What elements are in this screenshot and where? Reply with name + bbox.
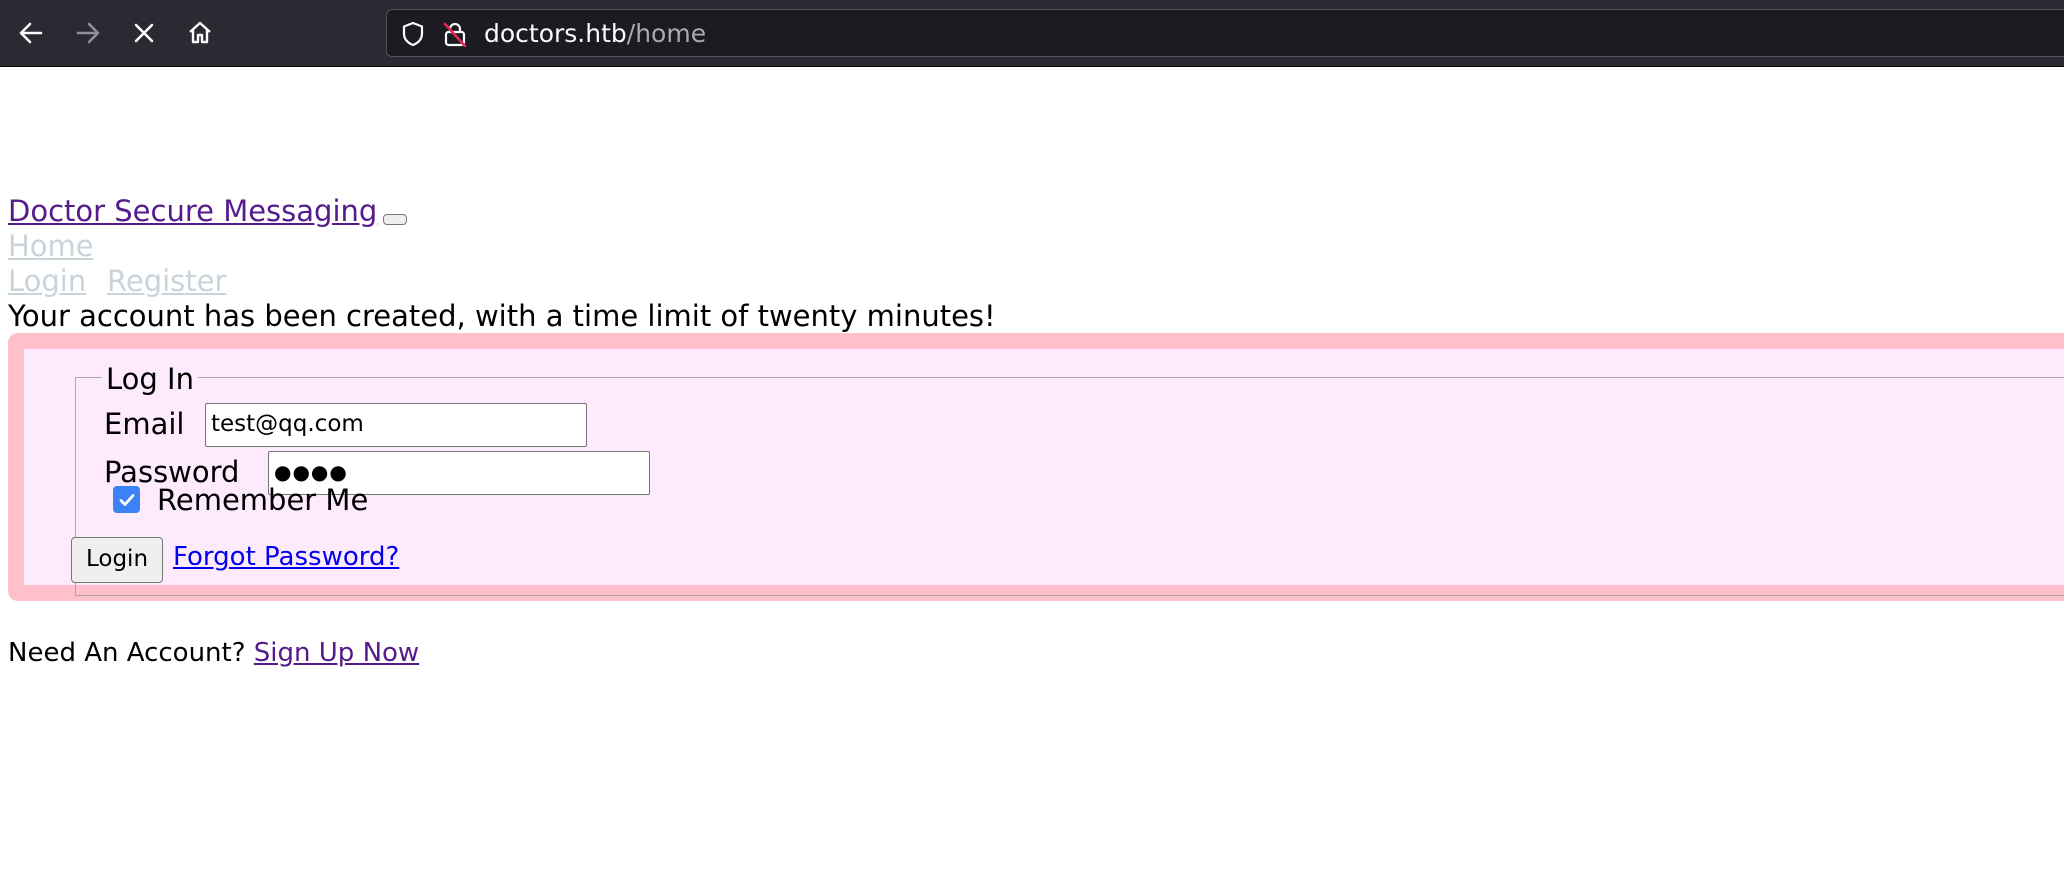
insecure-lock-icon[interactable] xyxy=(442,21,468,47)
back-arrow-icon[interactable] xyxy=(13,15,49,51)
remember-me-checkbox[interactable] xyxy=(113,486,140,513)
checkmark-icon xyxy=(119,493,134,506)
forward-arrow-icon[interactable] xyxy=(70,15,106,51)
remember-me-label: Remember Me xyxy=(157,483,369,517)
need-account-row: Need An Account? Sign Up Now xyxy=(8,636,419,670)
browser-toolbar: doctors.htb/home xyxy=(0,0,2064,67)
url-host: doctors.htb xyxy=(484,19,627,48)
login-button[interactable]: Login xyxy=(71,537,163,583)
fieldset-legend: Log In xyxy=(102,362,198,396)
navbar-toggler-button[interactable] xyxy=(383,214,408,225)
nav-register-link[interactable]: Register xyxy=(107,264,226,298)
nav-home-link[interactable]: Home xyxy=(8,229,94,263)
sign-up-link[interactable]: Sign Up Now xyxy=(254,638,419,668)
flash-message: Your account has been created, with a ti… xyxy=(8,299,996,333)
need-account-text: Need An Account? xyxy=(8,638,246,668)
url-text[interactable]: doctors.htb/home xyxy=(484,19,706,49)
forgot-password-link[interactable]: Forgot Password? xyxy=(173,540,399,574)
email-input[interactable]: test@qq.com xyxy=(205,403,587,447)
home-icon[interactable] xyxy=(182,15,218,51)
nav-login-link[interactable]: Login xyxy=(8,264,86,298)
page-content: Doctor Secure Messaging Home Login Regis… xyxy=(0,66,2064,884)
navbar-brand-row: Doctor Secure Messaging xyxy=(8,194,408,228)
stop-icon[interactable] xyxy=(126,15,162,51)
brand-link[interactable]: Doctor Secure Messaging xyxy=(8,194,377,228)
url-path: /home xyxy=(626,19,707,48)
url-bar[interactable]: doctors.htb/home xyxy=(386,9,2064,57)
shield-icon[interactable] xyxy=(400,21,426,47)
email-label: Email xyxy=(104,407,185,441)
